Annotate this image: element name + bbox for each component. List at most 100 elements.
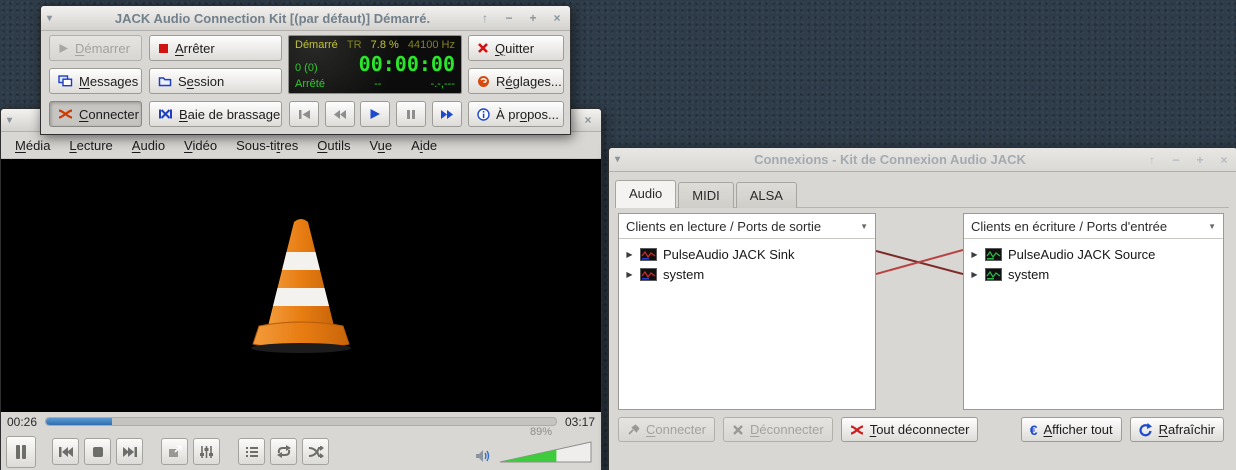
- menu-lecture[interactable]: Lecture: [69, 138, 112, 153]
- jack-close-icon[interactable]: ×: [550, 11, 564, 25]
- jack-shade-icon[interactable]: ↑: [478, 11, 492, 25]
- shuffle-button[interactable]: [302, 438, 329, 465]
- connections-window: ▾ Connexions - Kit de Connexion Audio JA…: [608, 147, 1236, 470]
- readable-clients-header[interactable]: Clients en lecture / Ports de sortie ▼: [619, 214, 875, 239]
- dsp-load: 7.8 %: [370, 39, 399, 51]
- connect-icon: [58, 108, 73, 120]
- loop-button[interactable]: [270, 438, 297, 465]
- connections-window-menu-icon[interactable]: ▾: [615, 154, 635, 165]
- vlc-seekbar[interactable]: [45, 417, 557, 426]
- writable-clients-tree: ▶ PulseAudio JACK Source ▶ system: [964, 239, 1223, 284]
- writable-clients-panel: Clients en écriture / Ports d'entrée ▼ ▶…: [963, 213, 1224, 410]
- connections-panels: Clients en lecture / Ports de sortie ▼ ▶…: [618, 213, 1224, 410]
- transport-pause-icon: [406, 109, 416, 120]
- menu-media[interactable]: Média: [15, 138, 50, 153]
- menu-view[interactable]: Vue: [369, 138, 392, 153]
- readable-clients-header-label: Clients en lecture / Ports de sortie: [626, 218, 822, 234]
- pause-button[interactable]: [6, 435, 36, 468]
- connections-shade-icon[interactable]: ↑: [1145, 153, 1159, 167]
- transport-backward-button[interactable]: [325, 101, 355, 127]
- disconnect-ports-button[interactable]: Déconnecter: [722, 417, 833, 442]
- tab-alsa[interactable]: ALSA: [735, 182, 797, 208]
- expand-all-icon: €: [1029, 421, 1038, 438]
- session-button[interactable]: Session: [149, 68, 282, 94]
- extended-settings-button[interactable]: [193, 438, 220, 465]
- expand-icon[interactable]: ▶: [970, 250, 979, 259]
- expand-icon[interactable]: ▶: [625, 270, 634, 279]
- previous-button[interactable]: [52, 438, 79, 465]
- disconnect-all-x-icon: [850, 424, 864, 436]
- vlc-time-elapsed: 00:26: [7, 414, 38, 429]
- readable-clients-tree: ▶ PulseAudio JACK Sink ▶ system: [619, 239, 875, 284]
- info-icon: [477, 107, 490, 121]
- transport-mode: TR: [346, 39, 362, 51]
- xrun-count: 0 (0): [295, 62, 318, 74]
- vlc-volume-area: 89%: [475, 426, 596, 464]
- vlc-cone-logo: [251, 219, 351, 353]
- skip-start-icon: [298, 109, 311, 120]
- menu-subtitles[interactable]: Sous-titres: [236, 138, 298, 153]
- volume-icon[interactable]: [475, 448, 493, 464]
- stop-button[interactable]: [84, 438, 111, 465]
- tab-audio[interactable]: Audio: [615, 180, 677, 208]
- vlc-progress-fill: [46, 418, 113, 425]
- volume-percent-label: 89%: [529, 425, 552, 438]
- audio-client-icon: [985, 267, 1002, 281]
- jack-window-menu-icon[interactable]: ▾: [47, 13, 67, 24]
- connections-titlebar[interactable]: ▾ Connexions - Kit de Connexion Audio JA…: [609, 148, 1236, 172]
- start-button[interactable]: Démarrer: [49, 35, 142, 61]
- quit-button[interactable]: Quitter: [468, 35, 564, 61]
- transport-pause-button[interactable]: [396, 101, 426, 127]
- client-label: system: [1008, 266, 1050, 282]
- expand-icon[interactable]: ▶: [970, 270, 979, 279]
- connections-minimize-icon[interactable]: −: [1169, 153, 1183, 167]
- client-row[interactable]: ▶ PulseAudio JACK Sink: [625, 244, 875, 264]
- vlc-controls: 89%: [1, 426, 601, 470]
- volume-slider[interactable]: [499, 440, 592, 464]
- connections-close-icon[interactable]: ×: [1217, 153, 1231, 167]
- connection-lines: [876, 249, 963, 275]
- tab-midi[interactable]: MIDI: [678, 182, 734, 208]
- refresh-icon: [1139, 422, 1153, 437]
- vlc-seek-row: 00:26 03:17: [1, 412, 601, 431]
- client-row[interactable]: ▶ PulseAudio JACK Source: [970, 244, 1223, 264]
- disconnect-x-icon: [732, 424, 744, 436]
- menu-tools[interactable]: Outils: [317, 138, 350, 153]
- vlc-window-menu-icon[interactable]: ▾: [7, 115, 27, 126]
- jack-maximize-icon[interactable]: +: [526, 11, 540, 25]
- menu-help[interactable]: Aide: [411, 138, 437, 153]
- next-button[interactable]: [116, 438, 143, 465]
- stop-button-jack[interactable]: Arrêter: [149, 35, 282, 61]
- jack-titlebar[interactable]: ▾ JACK Audio Connection Kit [(par défaut…: [41, 6, 570, 31]
- transport-forward-button[interactable]: [432, 101, 462, 127]
- transport-play-button[interactable]: [360, 101, 390, 127]
- jack-minimize-icon[interactable]: −: [502, 11, 516, 25]
- disconnect-all-button[interactable]: Tout déconnecter: [840, 417, 979, 442]
- transport-state: Arrêté: [295, 78, 325, 90]
- vlc-close-icon[interactable]: ×: [581, 113, 595, 127]
- settings-button[interactable]: Réglages...: [468, 68, 564, 94]
- patchbay-icon: [158, 108, 173, 120]
- messages-button[interactable]: Messages: [49, 68, 142, 94]
- connect-ports-button[interactable]: Connecter: [618, 417, 715, 442]
- transport-rewind-start-button[interactable]: [289, 101, 319, 127]
- client-row[interactable]: ▶ system: [970, 264, 1223, 284]
- vlc-time-total: 03:17: [564, 414, 595, 429]
- writable-clients-header[interactable]: Clients en écriture / Ports d'entrée ▼: [964, 214, 1223, 239]
- audio-client-icon: [640, 267, 657, 281]
- fullscreen-button[interactable]: [161, 438, 188, 465]
- menu-audio[interactable]: Audio: [132, 138, 165, 153]
- vlc-video-area[interactable]: [1, 159, 601, 412]
- menu-video[interactable]: Vidéo: [184, 138, 217, 153]
- expand-icon[interactable]: ▶: [625, 250, 634, 259]
- about-button[interactable]: À propos...: [468, 101, 564, 127]
- connections-tabs: Audio MIDI ALSA: [615, 180, 799, 208]
- connect-button[interactable]: Connecter: [49, 101, 142, 127]
- gear-icon: [477, 75, 490, 88]
- patchbay-button[interactable]: Baie de brassage: [149, 101, 282, 127]
- connections-maximize-icon[interactable]: +: [1193, 153, 1207, 167]
- playlist-button[interactable]: [238, 438, 265, 465]
- show-all-button[interactable]: € Afficher tout: [1020, 417, 1122, 442]
- client-row[interactable]: ▶ system: [625, 264, 875, 284]
- refresh-button[interactable]: Rafraîchir: [1129, 417, 1224, 442]
